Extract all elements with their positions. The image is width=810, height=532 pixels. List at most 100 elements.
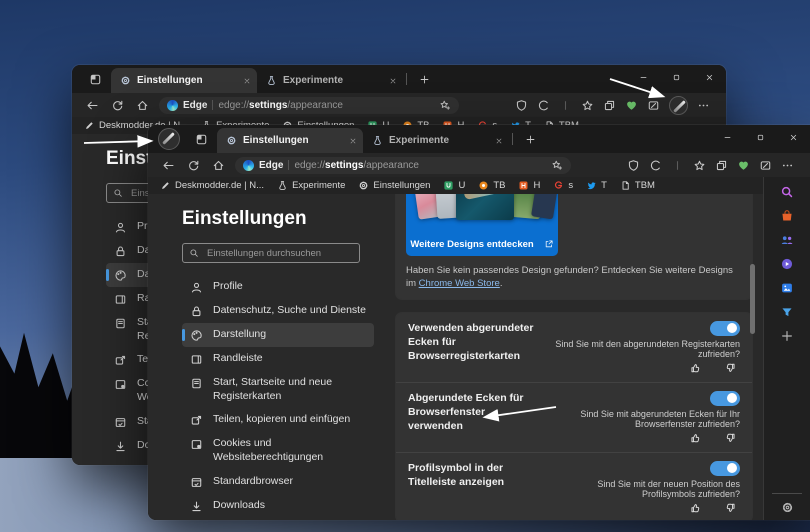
browser-tab[interactable]: Einstellungen bbox=[217, 128, 363, 153]
c-ring-icon[interactable] bbox=[649, 159, 662, 172]
shopping-icon[interactable] bbox=[780, 209, 794, 223]
thumb-down-icon[interactable] bbox=[724, 362, 736, 374]
new-tab-button[interactable] bbox=[419, 74, 430, 85]
search-icon bbox=[113, 188, 123, 198]
browser-tab[interactable]: Experimente bbox=[257, 68, 403, 93]
settings-nav-item[interactable]: Profile bbox=[182, 275, 374, 299]
star-icon[interactable] bbox=[693, 159, 706, 172]
bookmark-item[interactable]: Einstellungen bbox=[358, 180, 430, 191]
settings-nav-item[interactable]: Teilen, kopieren und einfügen bbox=[182, 408, 374, 432]
shield-icon[interactable] bbox=[515, 99, 528, 112]
settings-search-input[interactable] bbox=[205, 246, 353, 260]
add-favorite-icon[interactable] bbox=[439, 99, 451, 111]
c-ring-icon[interactable] bbox=[537, 99, 550, 112]
setting-label: Profilsymbol in der Titelleiste anzeigen bbox=[408, 461, 505, 488]
star-icon[interactable] bbox=[581, 99, 594, 112]
divider-icon[interactable] bbox=[559, 99, 572, 112]
editor-icon[interactable] bbox=[647, 99, 660, 112]
twitter-icon bbox=[586, 180, 597, 191]
discover-themes-banner[interactable]: Weitere Designs entdecken bbox=[406, 194, 558, 256]
palette-icon bbox=[114, 269, 127, 282]
close-button[interactable] bbox=[777, 125, 810, 150]
bookmark-item[interactable]: H bbox=[518, 180, 540, 191]
minimize-button[interactable] bbox=[627, 65, 660, 90]
settings-nav-item[interactable]: Standardbrowser bbox=[182, 470, 374, 494]
new-tab-button[interactable] bbox=[525, 134, 536, 145]
address-bar[interactable]: Edge edge://settings/appearance bbox=[235, 156, 571, 174]
tb-fav-icon bbox=[478, 180, 489, 191]
collections-icon[interactable] bbox=[603, 99, 616, 112]
people-icon[interactable] bbox=[780, 233, 794, 247]
browser-essentials-icon[interactable] bbox=[625, 99, 638, 112]
bookmark-item[interactable]: TB bbox=[478, 180, 505, 191]
thumb-down-icon[interactable] bbox=[724, 432, 736, 444]
settings-nav-item[interactable]: Datenschutz, Suche und Dienste bbox=[182, 299, 374, 323]
editor-icon[interactable] bbox=[759, 159, 772, 172]
cookies-icon bbox=[114, 378, 127, 391]
settings-nav-item[interactable]: Darstellung bbox=[182, 323, 374, 347]
maximize-button[interactable] bbox=[660, 65, 693, 90]
refresh-button[interactable] bbox=[187, 159, 200, 172]
tab-close-icon[interactable] bbox=[349, 137, 357, 145]
settings-search[interactable] bbox=[182, 243, 360, 263]
search-icon bbox=[189, 248, 199, 258]
thumb-down-icon[interactable] bbox=[724, 502, 736, 514]
home-button[interactable] bbox=[136, 99, 149, 112]
tab-actions-icon[interactable] bbox=[89, 73, 102, 86]
add-favorite-icon[interactable] bbox=[551, 159, 563, 171]
discover-themes-button[interactable]: Weitere Designs entdecken bbox=[406, 232, 558, 256]
feedback-question: Sind Sie mit abgerundeten Ecken für Ihr … bbox=[580, 408, 740, 429]
tab-close-icon[interactable] bbox=[243, 77, 251, 85]
theme-thumbnail bbox=[531, 194, 558, 220]
bookmark-item[interactable]: TBM bbox=[620, 180, 655, 191]
bookmark-item[interactable]: T bbox=[586, 180, 607, 191]
toggle-switch[interactable] bbox=[710, 390, 740, 406]
thumb-up-icon[interactable] bbox=[690, 432, 702, 444]
tab-close-icon[interactable] bbox=[495, 137, 503, 145]
tab-close-icon[interactable] bbox=[389, 77, 397, 85]
bookmark-item[interactable]: s bbox=[553, 180, 573, 191]
titlebar-profile-avatar[interactable] bbox=[158, 128, 180, 150]
settings-nav-item[interactable]: Downloads bbox=[182, 494, 374, 518]
sidebar-settings-gear-icon[interactable] bbox=[781, 501, 794, 514]
bookmark-item[interactable]: U bbox=[443, 180, 465, 191]
minimize-button[interactable] bbox=[711, 125, 744, 150]
more-menu-icon[interactable] bbox=[781, 159, 794, 172]
back-button[interactable] bbox=[86, 99, 99, 112]
settings-nav-item[interactable]: Randleiste bbox=[182, 347, 374, 371]
more-menu-icon[interactable] bbox=[697, 99, 710, 112]
toggle-switch[interactable] bbox=[710, 460, 740, 476]
browser-tab[interactable]: Einstellungen bbox=[111, 68, 257, 93]
maximize-button[interactable] bbox=[744, 125, 777, 150]
close-button[interactable] bbox=[693, 65, 726, 90]
refresh-button[interactable] bbox=[111, 99, 124, 112]
settings-nav-label: Randleiste bbox=[213, 352, 263, 364]
scrollbar-thumb[interactable] bbox=[750, 264, 755, 334]
bookmark-item[interactable]: Deskmodder.de | N... bbox=[160, 180, 264, 191]
palette-icon bbox=[190, 329, 203, 342]
chrome-web-store-link[interactable]: Chrome Web Store bbox=[419, 278, 500, 289]
browser-tab[interactable]: Experimente bbox=[363, 128, 509, 153]
browser-essentials-icon[interactable] bbox=[737, 159, 750, 172]
address-bar[interactable]: Edge edge://settings/appearance bbox=[159, 96, 459, 114]
funnel-icon[interactable] bbox=[780, 305, 794, 319]
image-app-icon[interactable] bbox=[780, 281, 794, 295]
back-button[interactable] bbox=[162, 159, 175, 172]
shield-icon[interactable] bbox=[627, 159, 640, 172]
thumb-up-icon[interactable] bbox=[690, 502, 702, 514]
browser-window-front: Einstellungen Experimente Edge edge://se… bbox=[148, 125, 810, 520]
collections-icon[interactable] bbox=[715, 159, 728, 172]
settings-nav-item[interactable]: Start, Startseite und neue Registerkarte… bbox=[182, 371, 374, 408]
play-icon[interactable] bbox=[780, 257, 794, 271]
profile-avatar[interactable] bbox=[669, 95, 688, 115]
home-button[interactable] bbox=[212, 159, 225, 172]
settings-nav-item[interactable]: Cookies und Websiteberechtigungen bbox=[182, 432, 374, 469]
tab-actions-icon[interactable] bbox=[195, 133, 208, 146]
settings-nav-item[interactable]: Family Safety bbox=[182, 518, 374, 520]
toggle-switch[interactable] bbox=[710, 320, 740, 336]
plus-icon[interactable] bbox=[780, 329, 794, 343]
divider-icon[interactable] bbox=[671, 159, 684, 172]
bookmark-item[interactable]: Experimente bbox=[277, 180, 345, 191]
search-app-icon[interactable] bbox=[780, 185, 794, 199]
thumb-up-icon[interactable] bbox=[690, 362, 702, 374]
